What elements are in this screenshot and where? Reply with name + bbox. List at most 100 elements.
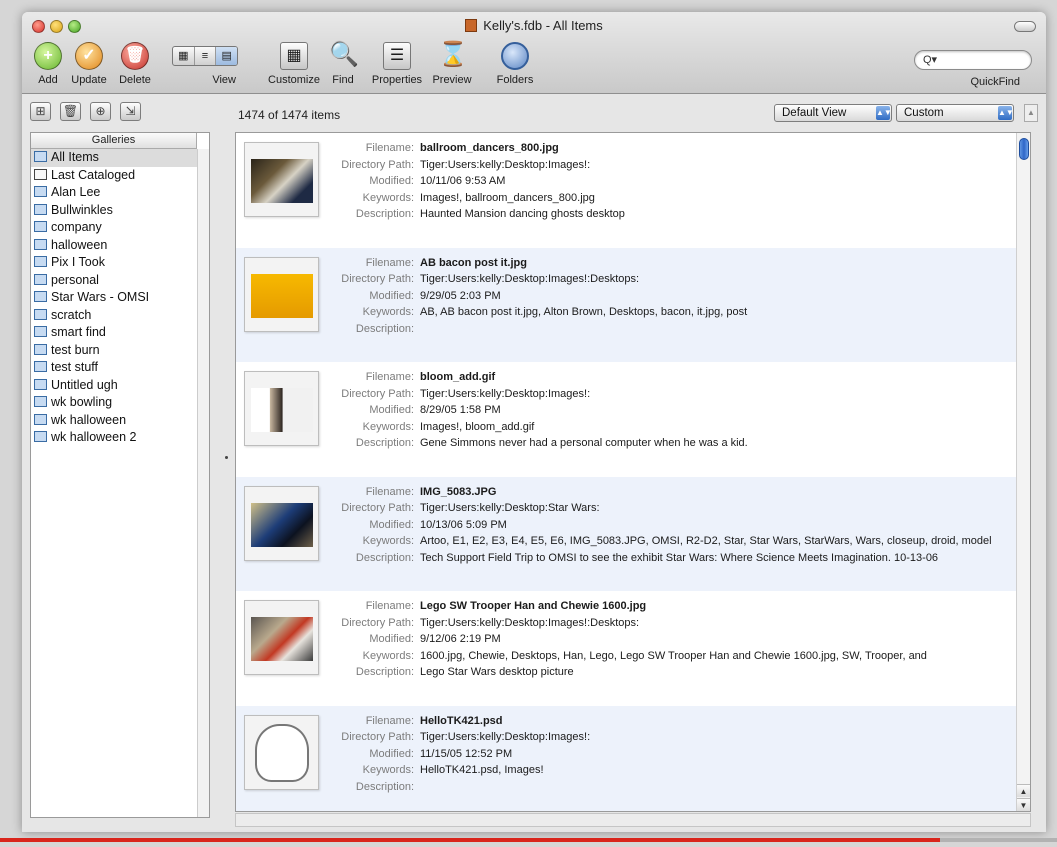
view-popup[interactable]: Default View ▲▼: [774, 104, 892, 122]
custom-popup[interactable]: Custom ▲▼: [896, 104, 1014, 122]
gallery-item[interactable]: Untitled ugh: [31, 377, 209, 395]
record-thumbnail[interactable]: [244, 256, 319, 332]
delete-gallery-button[interactable]: 🗑: [60, 102, 81, 121]
properties-button[interactable]: ☰ Properties: [368, 42, 426, 86]
gallery-icon: [34, 326, 47, 337]
folders-button[interactable]: Folders: [492, 42, 538, 86]
field-row-filename: Filename: ballroom_dancers_800.jpg: [336, 140, 625, 157]
toolbar-toggle-button[interactable]: [1014, 21, 1036, 32]
thumbnail-view-icon[interactable]: ▦: [173, 47, 195, 65]
record-list: Filename: ballroom_dancers_800.jpg Directo…: [235, 132, 1031, 812]
record-row[interactable]: Filename: HelloTK421.psd Directory Path: Ti…: [236, 705, 1017, 811]
record-row[interactable]: Filename: ballroom_dancers_800.jpg Directo…: [236, 133, 1017, 247]
record-row[interactable]: Filename: IMG_5083.JPG Directory Path: Tige…: [236, 476, 1017, 591]
delete-button[interactable]: 🗑 Delete: [113, 42, 157, 86]
record-fields: Filename: Lego SW Trooper Han and Chewie …: [336, 598, 927, 681]
gallery-item[interactable]: company: [31, 219, 209, 237]
gallery-item[interactable]: wk halloween: [31, 412, 209, 430]
gallery-item[interactable]: wk bowling: [31, 394, 209, 412]
gallery-icon: [34, 273, 47, 285]
gallery-item[interactable]: test burn: [31, 342, 209, 360]
gallery-item[interactable]: scratch: [31, 307, 209, 325]
field-label-keywords: Keywords:: [362, 649, 414, 662]
horizontal-scrollbar[interactable]: [235, 813, 1031, 827]
preview-button[interactable]: ⌛ Preview: [430, 42, 474, 87]
properties-icon: ☰: [383, 42, 411, 70]
item-count: 1474 of 1474 items: [238, 108, 341, 122]
field-label-description: Description:: [355, 666, 414, 679]
customize-button[interactable]: ▦ Customize: [264, 42, 324, 86]
window-title-text: Kelly's.fdb - All Items: [483, 18, 603, 33]
field-label-filename: Filename:: [365, 371, 414, 383]
list-view-icon[interactable]: ≡: [195, 47, 217, 65]
find-button[interactable]: 🔍 Find: [328, 42, 359, 87]
gallery-item-label: scratch: [51, 307, 92, 322]
galleries-sidebar: Galleries All Items Last Cataloged Alan Le…: [30, 132, 210, 818]
gallery-action-button[interactable]: ⇲: [120, 102, 141, 121]
vertical-scrollbar[interactable]: ▲ ▼: [1016, 133, 1030, 811]
splitter-handle[interactable]: [225, 456, 228, 459]
find-label: Find: [332, 74, 354, 86]
view-control[interactable]: ▦ ≡ ▤ View: [172, 42, 238, 86]
gallery-icon: [34, 186, 47, 197]
gallery-item-label: wk bowling: [51, 395, 113, 409]
quickfind-search-field[interactable]: Q▾: [914, 50, 1032, 70]
field-row-keywords: Keywords: Images!, bloom_add.gif: [336, 419, 748, 436]
app-window: Kelly's.fdb - All Items + Add ✓ Update 🗑…: [22, 12, 1046, 832]
add-label: Add: [38, 74, 58, 86]
checkbox-gallery-icon: [34, 168, 47, 180]
scroll-down-button[interactable]: ▼: [1017, 798, 1030, 811]
thumbnail-image: [251, 502, 313, 547]
record-thumbnail[interactable]: [244, 600, 319, 675]
field-value-modified: 8/29/05 1:58 PM: [420, 404, 501, 417]
field-value-description: Haunted Mansion dancing ghosts desktop: [420, 208, 625, 221]
field-value-description: Tech Support Field Trip to OMSI to see t…: [420, 551, 939, 564]
gallery-item[interactable]: Pix I Took: [31, 254, 209, 272]
new-smart-gallery-button[interactable]: ⊕: [90, 102, 111, 121]
gallery-item[interactable]: personal: [31, 272, 209, 290]
thumbnail-image: [251, 617, 313, 661]
scroll-up-button[interactable]: ▲: [1017, 784, 1030, 797]
record-row[interactable]: Filename: bloom_add.gif Directory Path: Tig…: [236, 362, 1017, 476]
field-value-description: Lego Star Wars desktop picture: [420, 666, 574, 679]
field-row-filename: Filename: IMG_5083.JPG: [336, 484, 992, 501]
field-label-modified: Modified:: [369, 747, 414, 760]
gallery-item[interactable]: wk halloween 2: [31, 429, 209, 447]
record-row[interactable]: Filename: AB bacon post it.jpg Directory P…: [236, 247, 1017, 362]
new-gallery-button[interactable]: ⊞: [30, 102, 51, 121]
record-thumbnail[interactable]: [244, 142, 319, 217]
gallery-item[interactable]: Star Wars - OMSI: [31, 289, 209, 307]
field-value-directory: Tiger:Users:kelly:Desktop:Star Wars:: [420, 502, 600, 515]
record-thumbnail[interactable]: [244, 371, 319, 446]
gallery-item[interactable]: All Items: [31, 149, 209, 167]
field-label-keywords: Keywords:: [362, 764, 414, 777]
record-view-icon[interactable]: ▤: [216, 47, 237, 65]
record-row[interactable]: Filename: Lego SW Trooper Han and Chewie …: [236, 591, 1017, 705]
progress-bar: [0, 838, 940, 842]
sidebar-scrollbar[interactable]: [197, 149, 209, 817]
field-row-modified: Modified: 11/15/05 12:52 PM: [336, 746, 590, 763]
record-thumbnail[interactable]: [244, 714, 319, 790]
field-label-description: Description:: [355, 437, 414, 450]
record-fields: Filename: ballroom_dancers_800.jpg Directo…: [336, 140, 625, 223]
scroll-up-small-button[interactable]: ▲: [1024, 104, 1038, 122]
field-value-directory: Tiger:Users:kelly:Desktop:Images!:: [420, 158, 591, 171]
gallery-item[interactable]: Alan Lee: [31, 184, 209, 202]
field-label-description: Description:: [355, 322, 414, 335]
gallery-item[interactable]: Last Cataloged: [31, 167, 209, 185]
window-title: Kelly's.fdb - All Items: [22, 18, 1046, 33]
gallery-item[interactable]: smart find: [31, 324, 209, 342]
add-button[interactable]: + Add: [30, 42, 66, 86]
record-thumbnail[interactable]: [244, 485, 319, 561]
gallery-item[interactable]: halloween: [31, 237, 209, 255]
gallery-item[interactable]: Bullwinkles: [31, 202, 209, 220]
field-label-description: Description:: [355, 551, 414, 564]
scroll-thumb[interactable]: [1019, 138, 1029, 160]
view-segmented-control[interactable]: ▦ ≡ ▤: [172, 46, 238, 66]
field-label-directory: Directory Path:: [341, 158, 414, 171]
update-button[interactable]: ✓ Update: [66, 42, 112, 86]
field-row-description: Description: Lego Star Wars desktop pictu…: [336, 664, 927, 681]
field-value-modified: 11/15/05 12:52 PM: [420, 747, 513, 760]
field-label-filename: Filename:: [365, 714, 414, 727]
gallery-item[interactable]: test stuff: [31, 359, 209, 377]
